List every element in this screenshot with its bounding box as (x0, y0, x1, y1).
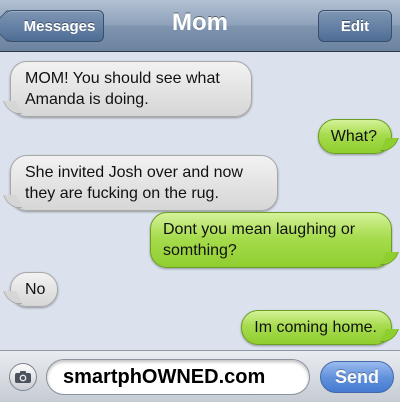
message-text: She invited Josh over and now they are f… (25, 164, 243, 202)
message-bubble-incoming: No (10, 272, 59, 307)
message-bubble-outgoing: What? (317, 119, 392, 154)
message-bubble-outgoing: Dont you mean laughing or somthing? (150, 212, 392, 268)
message-text: What? (330, 128, 377, 145)
message-bubble-outgoing: Im coming home. (241, 310, 392, 345)
message-text: Dont you mean laughing or somthing? (163, 221, 356, 259)
message-bubble-incoming: She invited Josh over and now they are f… (10, 155, 278, 211)
message-text: No (25, 281, 46, 298)
message-input-value: smartphOWNED.com (63, 365, 266, 388)
send-button[interactable]: Send (320, 361, 394, 393)
message-input[interactable]: smartphOWNED.com (46, 359, 310, 395)
navigation-bar: Messages Mom Edit (0, 0, 400, 52)
back-button-wrap[interactable]: Messages (6, 10, 104, 42)
camera-icon[interactable] (9, 363, 37, 391)
message-text: MOM! You should see what Amanda is doing… (25, 70, 220, 108)
edit-button[interactable]: Edit (318, 10, 392, 42)
message-thread: MOM! You should see what Amanda is doing… (0, 52, 400, 350)
back-button[interactable]: Messages (6, 10, 104, 42)
message-bubble-incoming: MOM! You should see what Amanda is doing… (10, 61, 252, 117)
message-text: Im coming home. (254, 319, 377, 336)
message-composer: smartphOWNED.com Send (0, 350, 400, 402)
